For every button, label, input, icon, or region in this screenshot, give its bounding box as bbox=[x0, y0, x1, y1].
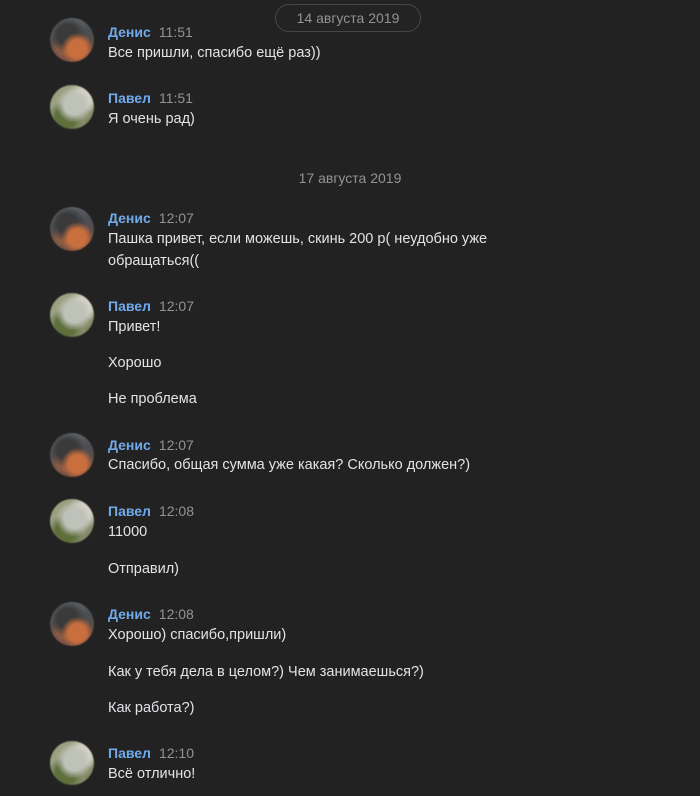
message-header: Павел 11:51 bbox=[108, 88, 193, 108]
message-time[interactable]: 12:07 bbox=[159, 210, 194, 226]
message-time[interactable]: 12:07 bbox=[159, 437, 194, 453]
author-name[interactable]: Павел bbox=[108, 503, 151, 519]
message-text: Пашка привет, если можешь, скинь 200 р( … bbox=[108, 231, 488, 269]
avatar-pavel[interactable] bbox=[50, 741, 94, 785]
sticky-date-pill: 14 августа 2019 bbox=[275, 4, 421, 32]
avatar-pavel[interactable] bbox=[50, 499, 94, 543]
avatar-pavel[interactable] bbox=[50, 293, 94, 337]
message-header: Денис 12:07 bbox=[108, 435, 194, 455]
message-text: Как работа?) bbox=[108, 700, 195, 716]
author-name[interactable]: Павел bbox=[108, 90, 151, 106]
avatar-denis[interactable] bbox=[50, 18, 94, 62]
message-text: Все пришли, спасибо ещё раз)) bbox=[108, 45, 321, 61]
avatar-denis[interactable] bbox=[50, 207, 94, 251]
message-header: Павел 12:08 bbox=[108, 501, 194, 521]
message-header: Павел 12:10 bbox=[108, 743, 194, 763]
author-name[interactable]: Павел bbox=[108, 745, 151, 761]
avatar-pavel[interactable] bbox=[50, 85, 94, 129]
avatar-denis[interactable] bbox=[50, 602, 94, 646]
author-name[interactable]: Денис bbox=[108, 606, 151, 622]
message-time[interactable]: 12:08 bbox=[159, 503, 194, 519]
message-text: Всё отлично! bbox=[108, 766, 196, 782]
avatar-denis[interactable] bbox=[50, 433, 94, 477]
message-time[interactable]: 12:10 bbox=[159, 745, 194, 761]
author-name[interactable]: Денис bbox=[108, 210, 151, 226]
message-header: Денис 12:07 bbox=[108, 208, 194, 228]
message-text: Хорошо) спасибо,пришли) bbox=[108, 627, 287, 643]
message-text: Спасибо, общая сумма уже какая? Сколько … bbox=[108, 457, 471, 473]
message-time[interactable]: 11:51 bbox=[159, 90, 193, 106]
message-text: Я очень рад) bbox=[108, 111, 195, 127]
message-header: Павел 12:07 bbox=[108, 296, 194, 316]
message-header: Денис 12:08 bbox=[108, 604, 194, 624]
author-name[interactable]: Павел bbox=[108, 298, 151, 314]
message-text: 11000 bbox=[108, 524, 148, 540]
message-text: Привет! bbox=[108, 319, 161, 335]
date-separator: 17 августа 2019 bbox=[298, 170, 402, 186]
message-text: Отправил) bbox=[108, 561, 179, 577]
message-time[interactable]: 11:51 bbox=[159, 24, 193, 40]
message-text: Как у тебя дела в целом?) Чем занимаешьс… bbox=[108, 664, 424, 680]
author-name[interactable]: Денис bbox=[108, 437, 151, 453]
message-text: Не проблема bbox=[108, 391, 197, 407]
author-name[interactable]: Денис bbox=[108, 24, 151, 40]
message-header: Денис 11:51 bbox=[108, 22, 193, 42]
message-time[interactable]: 12:08 bbox=[159, 606, 194, 622]
message-text: Хорошо bbox=[108, 355, 162, 371]
message-time[interactable]: 12:07 bbox=[159, 298, 194, 314]
